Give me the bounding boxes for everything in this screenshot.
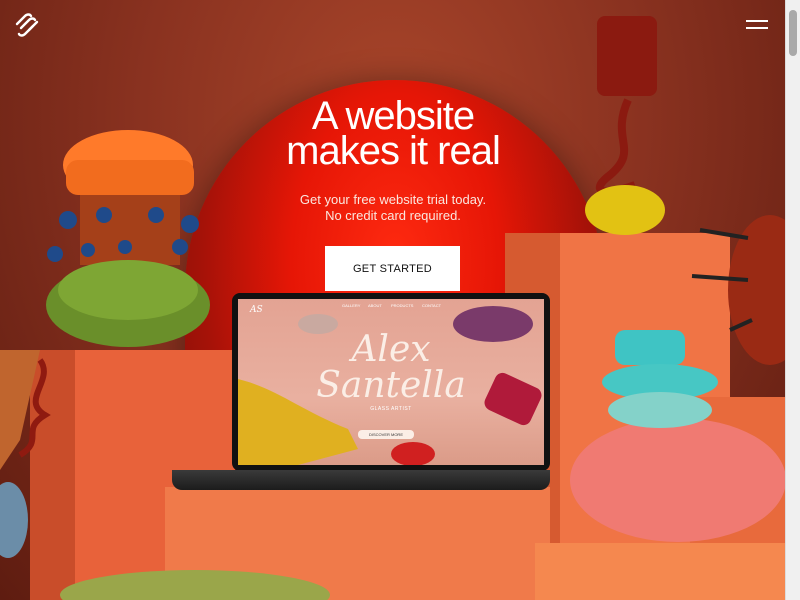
preview-nav-products: PRODUCTS xyxy=(391,303,414,308)
preview-name-line2: Santella xyxy=(316,365,466,406)
pink-vase xyxy=(570,418,786,542)
squarespace-logo-icon[interactable] xyxy=(14,12,40,38)
hero-subtitle-line2: No credit card required. xyxy=(325,208,461,223)
hero-subtitle-line1: Get your free website trial today. xyxy=(299,192,487,207)
preview-nav-about: ABOUT xyxy=(368,303,382,308)
preview-nav-gallery: GALLERY xyxy=(342,303,361,308)
hamburger-menu-icon[interactable] xyxy=(746,18,768,32)
laptop-base xyxy=(172,470,550,490)
teal-top xyxy=(615,330,685,365)
scrollbar-thumb[interactable] xyxy=(789,10,797,56)
get-started-button[interactable]: GET STARTED xyxy=(325,246,460,291)
hero-section: A website makes it real Get your free we… xyxy=(0,0,786,600)
preview-name-line1: Alex xyxy=(351,329,431,370)
preview-logo: AS xyxy=(250,305,263,315)
preview-role: GLASS ARTIST xyxy=(370,406,412,412)
laptop-website-preview: AS GALLERY ABOUT PRODUCTS CONTACT Alex S… xyxy=(238,299,544,465)
red-goblet xyxy=(597,16,657,96)
vertical-scrollbar[interactable] xyxy=(785,0,800,600)
hero-title-line2: makes it real xyxy=(286,129,501,173)
preview-discover-button: DISCOVER MORE xyxy=(358,430,414,439)
preview-nav-contact: CONTACT xyxy=(422,303,442,308)
